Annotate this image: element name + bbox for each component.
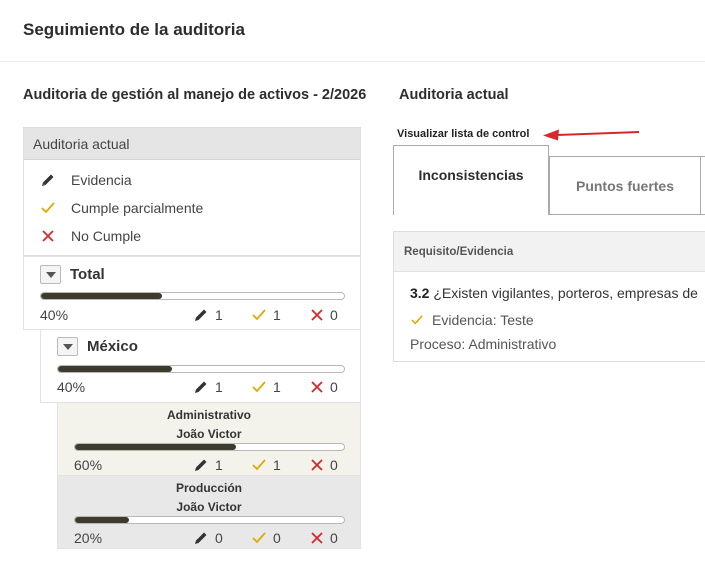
red-arrow-annotation — [543, 129, 640, 141]
node-owner: João Victor — [176, 427, 242, 441]
legend-panel: Auditoria actual Evidencia Cumple parcia… — [23, 127, 361, 256]
fail-count: 0 — [330, 530, 338, 546]
pencil-icon — [39, 172, 57, 188]
requirement-evidence: Evidencia: Teste — [410, 312, 534, 328]
legend-item-evidence: Evidencia — [39, 170, 132, 190]
progress-bar — [74, 516, 345, 524]
partial-count: 1 — [273, 379, 281, 395]
collapse-toggle[interactable] — [40, 265, 61, 284]
legend-item-partial: Cumple parcialmente — [39, 198, 203, 218]
node-label: Administrativo — [166, 408, 251, 422]
requirement-number: 3.2 — [410, 285, 430, 301]
x-icon — [310, 531, 324, 545]
tab-puntos-fuertes[interactable]: Puntos fuertes — [549, 156, 701, 215]
node-owner: João Victor — [176, 500, 242, 514]
tree-node-produccion[interactable]: Producción João Victor 20% 0 0 0 — [57, 476, 361, 549]
fail-count: 0 — [330, 457, 338, 473]
pencil-icon — [193, 379, 209, 395]
fail-count: 0 — [330, 307, 338, 323]
evidence-count: 1 — [215, 457, 223, 473]
pencil-icon — [193, 307, 209, 323]
requirements-panel: Requisito/Evidencia 3.2 ¿Existen vigilan… — [393, 231, 705, 362]
tab-partial[interactable] — [700, 156, 705, 215]
progress-bar — [40, 292, 345, 300]
audit-title: Auditoria de gestión al manejo de activo… — [23, 87, 367, 103]
tree-node-mexico[interactable]: México 40% 1 1 0 — [40, 330, 361, 403]
x-icon — [310, 308, 324, 322]
tab-inconsistencias[interactable]: Inconsistencias — [393, 145, 549, 215]
evidence-count: 1 — [215, 379, 223, 395]
fail-count: 0 — [330, 379, 338, 395]
progress-fill — [75, 517, 129, 523]
page-title: Seguimiento de la auditoria — [23, 20, 245, 39]
check-icon — [410, 314, 424, 326]
requirement-item[interactable]: 3.2 ¿Existen vigilantes, porteros, empre… — [410, 285, 698, 301]
x-icon — [310, 380, 324, 394]
progress-fill — [41, 293, 163, 299]
partial-count: 1 — [273, 457, 281, 473]
evidence-count: 1 — [215, 307, 223, 323]
legend-label: Evidencia — [71, 172, 132, 188]
check-icon — [251, 308, 267, 322]
progress-percent: 60% — [74, 457, 103, 473]
tree-node-administrativo[interactable]: Administrativo João Victor 60% 1 1 0 — [57, 403, 361, 476]
progress-percent: 40% — [57, 379, 86, 395]
pencil-icon — [193, 457, 209, 473]
partial-count: 0 — [273, 530, 281, 546]
legend-label: Cumple parcialmente — [71, 200, 204, 216]
x-icon — [310, 458, 324, 472]
x-icon — [39, 229, 57, 243]
legend-label: No Cumple — [71, 228, 142, 244]
evidence-count: 0 — [215, 530, 223, 546]
check-icon — [251, 531, 267, 545]
pencil-icon — [193, 530, 209, 546]
collapse-toggle[interactable] — [57, 337, 78, 356]
progress-fill — [58, 366, 173, 372]
check-icon — [251, 380, 267, 394]
node-label: Producción — [175, 481, 242, 495]
requirement-text: ¿Existen vigilantes, porteros, empresas … — [433, 285, 698, 301]
page-header: Seguimiento de la auditoria — [0, 0, 705, 62]
node-label: México — [87, 338, 138, 355]
requirements-header: Requisito/Evidencia — [394, 232, 705, 272]
current-audit-title: Auditoria actual — [399, 87, 509, 103]
partial-count: 1 — [273, 307, 281, 323]
view-checklist-link[interactable]: Visualizar lista de control — [397, 128, 529, 140]
node-label: Total — [70, 266, 105, 283]
progress-fill — [75, 444, 237, 450]
requirement-process: Proceso: Administrativo — [410, 336, 557, 352]
tabs-baseline — [549, 214, 705, 215]
progress-bar — [74, 443, 345, 451]
progress-percent: 20% — [74, 530, 103, 546]
legend-header: Auditoria actual — [24, 128, 360, 160]
tree-node-total[interactable]: Total 40% 1 1 0 — [23, 256, 361, 330]
check-icon — [251, 458, 267, 472]
evidence-text: Evidencia: Teste — [432, 312, 534, 328]
progress-bar — [57, 365, 345, 373]
progress-percent: 40% — [40, 307, 69, 323]
legend-item-fail: No Cumple — [39, 226, 141, 246]
check-icon — [39, 201, 57, 215]
